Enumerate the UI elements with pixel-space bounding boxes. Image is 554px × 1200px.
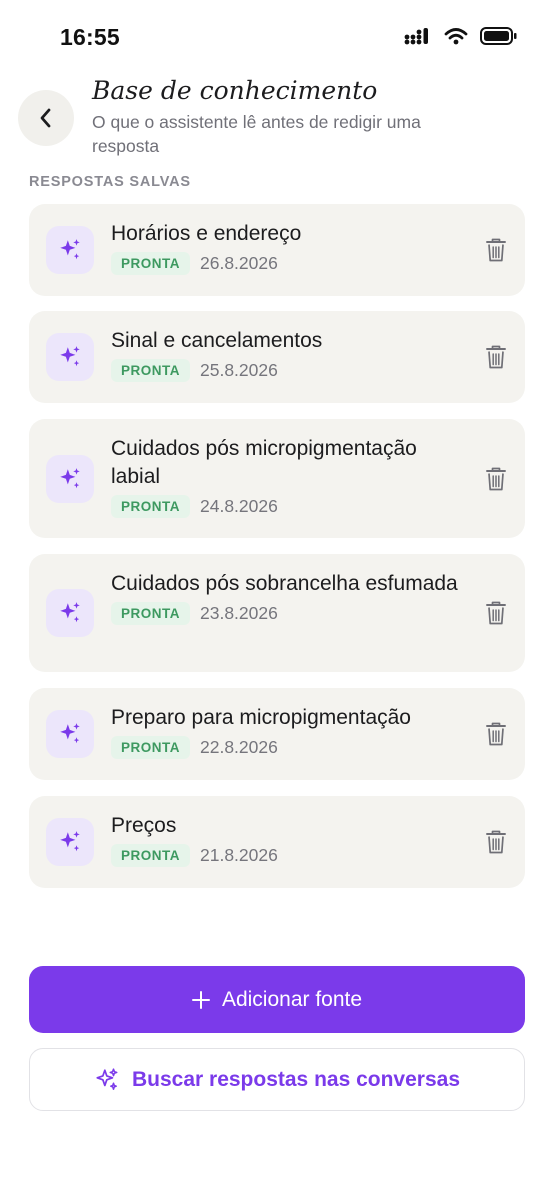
sparkles-icon-tile [46, 333, 94, 381]
answer-title: Cuidados pós sobrancelha esfumada [111, 572, 458, 595]
sparkles-icon-tile [46, 226, 94, 274]
status-bar: 16:55 [0, 0, 554, 70]
page-title: Base de conhecimento [92, 76, 378, 105]
status-badge: PRONTA [111, 359, 190, 382]
answer-date: 25.8.2026 [200, 360, 278, 380]
sparkles-icon-tile [46, 454, 94, 503]
sparkles-icon [60, 831, 80, 852]
answer-title: Cuidados pós micropigmentação labial [111, 437, 417, 488]
sparkles-icon-tile [46, 710, 94, 758]
back-button[interactable] [18, 90, 74, 146]
answer-card[interactable]: Horários e endereço PRONTA 26.8.2026 [29, 204, 525, 296]
answer-card[interactable]: Sinal e cancelamentos PRONTA 25.8.2026 [29, 311, 525, 403]
add-source-button[interactable]: Adicionar fonte [29, 966, 525, 1033]
search-answers-button[interactable]: Buscar respostas nas conversas [29, 1048, 525, 1111]
answer-date: 21.8.2026 [200, 845, 278, 865]
answer-card[interactable]: Cuidados pós micropigmentação labial PRON… [29, 419, 525, 538]
answer-card[interactable]: Preços PRONTA 21.8.2026 [29, 796, 525, 888]
page-subtitle: O que o assistente lê antes de redigir u… [92, 112, 421, 156]
status-time: 16:55 [60, 24, 120, 50]
trash-icon[interactable] [485, 237, 507, 263]
trash-icon[interactable] [485, 600, 507, 626]
sparkles-icon [60, 602, 80, 623]
battery-icon [480, 27, 517, 45]
chevron-left-icon [40, 108, 51, 128]
answer-body: Preços PRONTA 21.8.2026 [111, 812, 469, 867]
answer-body: Sinal e cancelamentos PRONTA 25.8.2026 [111, 327, 469, 382]
status-badge: PRONTA [111, 844, 190, 867]
trash-icon[interactable] [485, 466, 507, 492]
status-badge: PRONTA [111, 736, 190, 759]
plus-icon [191, 990, 210, 1009]
wifi-icon [444, 28, 468, 45]
answer-title: Sinal e cancelamentos [111, 329, 323, 352]
answer-card[interactable]: Preparo para micropigmentação PRONTA 22.8.… [29, 688, 525, 780]
header: Base de conhecimento O que o assistente … [0, 72, 554, 162]
status-badge: PRONTA [111, 495, 190, 518]
answer-date: 23.8.2026 [200, 603, 278, 623]
answer-date: 22.8.2026 [200, 737, 278, 757]
sparkles-icon [60, 723, 80, 744]
sparkles-icon [96, 1067, 118, 1090]
sparkles-icon [60, 239, 80, 260]
sparkles-icon [60, 467, 80, 488]
answer-title: Preços [111, 814, 177, 837]
answer-body: Horários e endereço PRONTA 26.8.2026 [111, 220, 469, 275]
sparkles-icon-tile [46, 818, 94, 866]
answer-title: Horários e endereço [111, 222, 302, 245]
trash-icon[interactable] [485, 721, 507, 747]
answer-body: Preparo para micropigmentação PRONTA 22.8.… [111, 704, 469, 759]
answer-meta: PRONTA 22.8.2026 [111, 736, 469, 759]
search-answers-label: Buscar respostas nas conversas [131, 1067, 460, 1091]
trash-icon[interactable] [485, 344, 507, 370]
answer-card[interactable]: Cuidados pós sobrancelha esfumada PRONTA 2… [29, 554, 525, 672]
status-badge: PRONTA [111, 252, 190, 275]
trash-icon[interactable] [485, 829, 507, 855]
answer-meta: PRONTA 25.8.2026 [111, 359, 469, 382]
status-badge: PRONTA [111, 602, 190, 625]
answer-meta: PRONTA 23.8.2026 [111, 602, 469, 625]
answer-date: 24.8.2026 [200, 496, 278, 516]
sparkles-icon [60, 346, 80, 367]
answer-body: Cuidados pós sobrancelha esfumada PRONTA 2… [111, 570, 469, 625]
section-label: RESPOSTAS SALVAS [29, 174, 191, 190]
answer-meta: PRONTA 21.8.2026 [111, 844, 469, 867]
add-source-label: Adicionar fonte [221, 987, 363, 1011]
answer-meta: PRONTA 24.8.2026 [111, 495, 469, 518]
status-icons [404, 26, 518, 46]
answer-date: 26.8.2026 [200, 253, 278, 273]
answer-title: Preparo para micropigmentação [111, 706, 411, 729]
signal-icon [404, 28, 428, 45]
sparkles-icon-tile [46, 589, 94, 637]
answer-body: Cuidados pós micropigmentação labial PRON… [111, 435, 469, 518]
answer-meta: PRONTA 26.8.2026 [111, 252, 469, 275]
